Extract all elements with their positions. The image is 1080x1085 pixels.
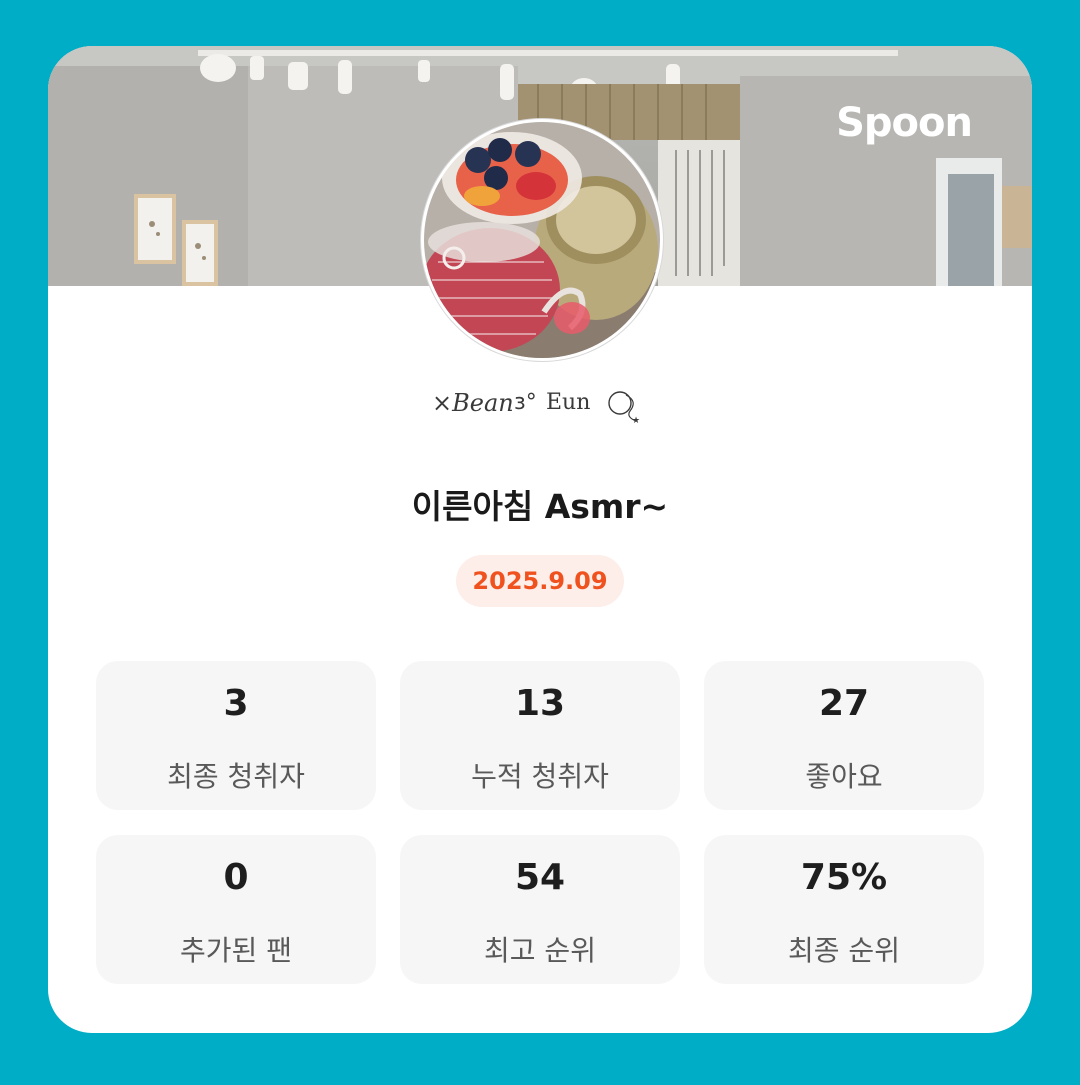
stat-final-rank: 75% 최종 순위 — [704, 835, 984, 984]
broadcast-date-badge: 2025.9.09 — [456, 555, 624, 607]
stat-value: 27 — [818, 683, 870, 724]
stat-likes: 27 좋아요 — [704, 661, 984, 810]
stat-value: 13 — [514, 683, 566, 724]
avatar-photo-illustration — [424, 122, 660, 358]
stat-value: 3 — [223, 683, 249, 724]
avatar — [421, 119, 663, 361]
spoon-logo: Spoon — [836, 100, 973, 146]
stat-new-fans: 0 추가된 팬 — [96, 835, 376, 984]
stat-value: 54 — [514, 857, 566, 898]
stat-best-rank: 54 최고 순위 — [400, 835, 680, 984]
svg-text:×Bean: ×Bean — [432, 389, 514, 417]
stat-label: 추가된 팬 — [180, 934, 292, 967]
stats-grid: 3 최종 청취자 13 누적 청취자 27 좋아요 0 추가된 팬 54 최고 … — [96, 661, 984, 984]
stat-final-listeners: 3 최종 청취자 — [96, 661, 376, 810]
stat-label: 최종 청취자 — [167, 760, 305, 793]
stat-total-listeners: 13 누적 청취자 — [400, 661, 680, 810]
stat-label: 최종 순위 — [788, 934, 900, 967]
stat-value: 0 — [223, 857, 249, 898]
broadcast-title: 이른아침 Asmr~ — [411, 487, 669, 526]
svg-text:★: ★ — [632, 416, 640, 425]
stat-label: 좋아요 — [805, 760, 883, 793]
signature-image: ×Bean ɜ° Eun ★ — [432, 389, 640, 425]
svg-text:Eun: Eun — [546, 390, 590, 415]
stat-label: 최고 순위 — [484, 934, 596, 967]
stat-value: 75% — [800, 857, 888, 898]
stat-label: 누적 청취자 — [471, 760, 609, 793]
svg-text:ɜ°: ɜ° — [514, 390, 537, 415]
result-card: Spoon ×Bean ɜ° Eun ★ 이른아침 Asmr~ 2025.9.0… — [48, 46, 1032, 1033]
